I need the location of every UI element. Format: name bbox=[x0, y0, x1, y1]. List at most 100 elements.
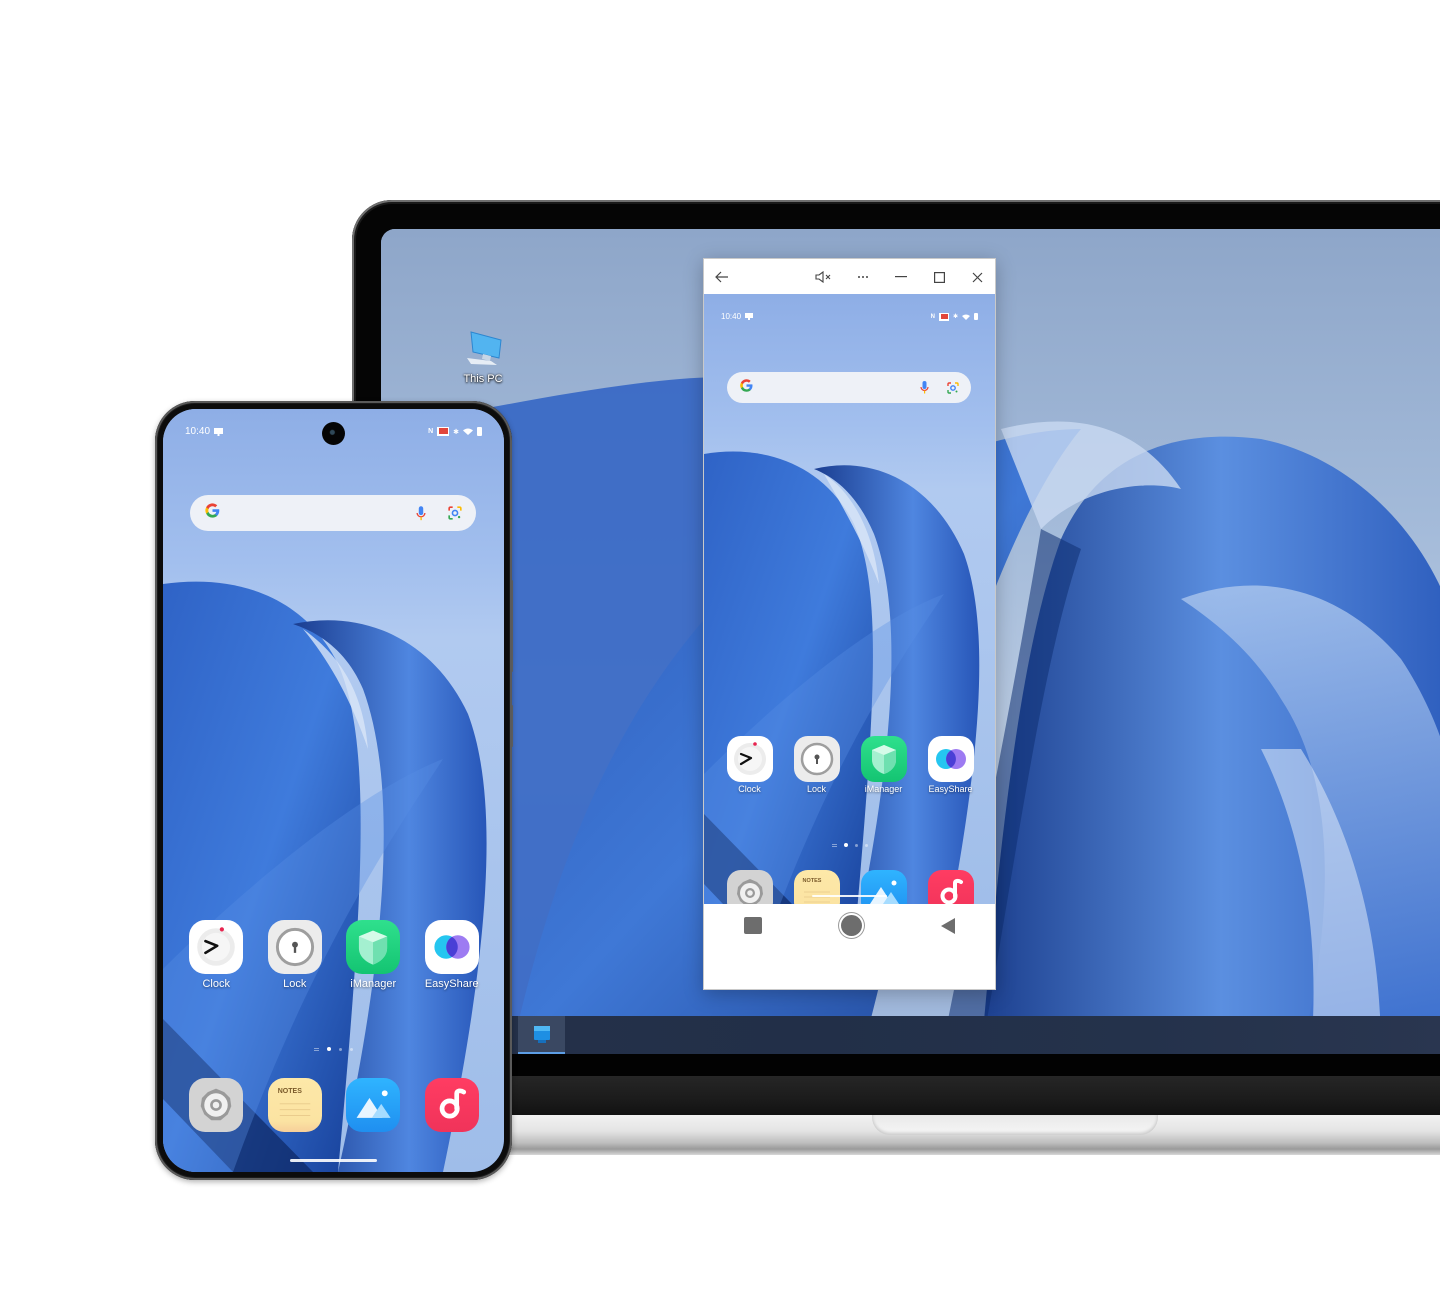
shield-icon bbox=[860, 736, 907, 782]
back-button[interactable] bbox=[708, 264, 736, 290]
notes-icon: NOTES bbox=[267, 1078, 322, 1132]
app-grid-row: Clock Lock iManager EasyShare bbox=[716, 736, 984, 794]
taskbar bbox=[381, 1016, 1440, 1054]
page-indicator bbox=[704, 843, 995, 847]
speaker-mute-icon bbox=[815, 271, 831, 283]
status-time: 10:40 bbox=[185, 426, 211, 437]
app-label: Lock bbox=[806, 784, 826, 794]
minimize-button[interactable] bbox=[887, 264, 915, 290]
wifi-icon bbox=[463, 428, 473, 435]
settings-icon bbox=[189, 1078, 244, 1132]
app-label: EasyShare bbox=[424, 978, 479, 990]
maximize-icon bbox=[933, 271, 945, 283]
notification-icon bbox=[745, 313, 754, 320]
lens-icon[interactable] bbox=[947, 381, 959, 394]
front-camera bbox=[322, 422, 345, 445]
desktop-icon-label: This PC bbox=[463, 373, 503, 385]
battery-icon bbox=[477, 427, 482, 436]
mirror-titlebar bbox=[704, 259, 995, 294]
laptop-chin bbox=[352, 1054, 1440, 1078]
page-dot-active bbox=[327, 1047, 331, 1051]
app-imanager[interactable]: iManager bbox=[850, 736, 917, 794]
easyshare-icon bbox=[927, 736, 974, 782]
app-easyshare[interactable]: EasyShare bbox=[917, 736, 984, 794]
page-dot bbox=[864, 843, 868, 847]
phone-mirror-window: 10:40 N ✱ Clock Lock iManager EasyShare … bbox=[703, 258, 996, 990]
mirrored-phone-screen[interactable]: 10:40 N ✱ Clock Lock iManager EasyShare … bbox=[704, 294, 995, 947]
arrow-left-icon bbox=[715, 271, 728, 283]
windows-start-icon bbox=[533, 1026, 550, 1043]
app-label: Clock bbox=[738, 784, 761, 794]
mic-icon[interactable] bbox=[416, 505, 426, 521]
start-button[interactable] bbox=[518, 1016, 565, 1054]
app-music[interactable] bbox=[413, 1078, 492, 1132]
laptop-hinge bbox=[380, 1076, 1440, 1116]
google-search-bar[interactable] bbox=[190, 495, 476, 531]
google-search-bar[interactable] bbox=[727, 372, 971, 403]
gallery-icon bbox=[346, 1078, 401, 1132]
close-icon bbox=[972, 272, 982, 282]
google-logo bbox=[204, 502, 221, 524]
android-nav-bar bbox=[704, 904, 995, 947]
google-logo bbox=[739, 378, 754, 398]
more-button[interactable] bbox=[849, 264, 877, 290]
clock-icon bbox=[189, 920, 244, 974]
home-indicator[interactable] bbox=[812, 895, 887, 897]
page-dot-list bbox=[314, 1047, 319, 1051]
cast-icon bbox=[938, 312, 949, 321]
nfc-icon: N bbox=[428, 428, 434, 435]
home-button[interactable] bbox=[840, 915, 862, 936]
lock-icon bbox=[793, 736, 840, 782]
laptop-trackpad-notch bbox=[872, 1115, 1158, 1135]
app-label: EasyShare bbox=[928, 784, 973, 794]
dock: NOTES bbox=[177, 1078, 491, 1132]
status-time: 10:40 bbox=[721, 312, 742, 321]
mic-icon[interactable] bbox=[920, 381, 929, 394]
clock-icon bbox=[726, 736, 773, 782]
close-button[interactable] bbox=[963, 264, 991, 290]
maximize-button[interactable] bbox=[925, 264, 953, 290]
app-label: iManager bbox=[350, 978, 397, 990]
page-dot bbox=[350, 1047, 353, 1051]
app-gallery[interactable] bbox=[334, 1078, 413, 1132]
status-bar: 10:40 N ✱ bbox=[704, 312, 995, 321]
desktop-icon-this-pc[interactable]: This PC bbox=[455, 330, 511, 385]
page-dot-active bbox=[843, 843, 848, 847]
lens-icon[interactable] bbox=[448, 506, 462, 520]
minimize-icon bbox=[895, 276, 907, 278]
bluetooth-icon: ✱ bbox=[952, 314, 958, 320]
app-label: Clock bbox=[202, 978, 230, 990]
app-lock[interactable]: Lock bbox=[256, 920, 335, 990]
notification-icon bbox=[214, 427, 224, 436]
page-indicator bbox=[163, 1047, 504, 1051]
lock-icon bbox=[267, 920, 322, 974]
app-settings[interactable] bbox=[177, 1078, 256, 1132]
battery-icon bbox=[974, 313, 978, 320]
app-clock[interactable]: Clock bbox=[177, 920, 256, 990]
easyshare-icon bbox=[424, 920, 479, 974]
app-label: Lock bbox=[283, 978, 307, 990]
back-nav-button[interactable] bbox=[941, 917, 956, 934]
app-clock[interactable]: Clock bbox=[716, 736, 783, 794]
nfc-icon: N bbox=[930, 313, 935, 320]
shield-icon bbox=[346, 920, 401, 974]
page-dot bbox=[854, 843, 858, 847]
phone-screen[interactable]: 10:40 N ✱ Clock Lock iManager EasyShare … bbox=[163, 409, 504, 1172]
page-dot bbox=[339, 1047, 342, 1051]
app-grid-row: Clock Lock iManager EasyShare bbox=[177, 920, 491, 990]
app-imanager[interactable]: iManager bbox=[334, 920, 413, 990]
bluetooth-icon: ✱ bbox=[453, 428, 459, 436]
app-notes[interactable]: NOTES bbox=[256, 1078, 335, 1132]
music-icon bbox=[424, 1078, 479, 1132]
cast-icon bbox=[437, 427, 450, 436]
app-label: iManager bbox=[864, 784, 903, 794]
page-dot-list bbox=[831, 843, 837, 847]
mute-button[interactable] bbox=[810, 264, 838, 290]
computer-icon bbox=[467, 331, 502, 365]
app-easyshare[interactable]: EasyShare bbox=[413, 920, 492, 990]
app-lock[interactable]: Lock bbox=[783, 736, 850, 794]
more-icon bbox=[858, 276, 868, 278]
home-indicator[interactable] bbox=[290, 1159, 377, 1162]
wifi-icon bbox=[962, 314, 970, 320]
recent-apps-button[interactable] bbox=[743, 917, 762, 934]
